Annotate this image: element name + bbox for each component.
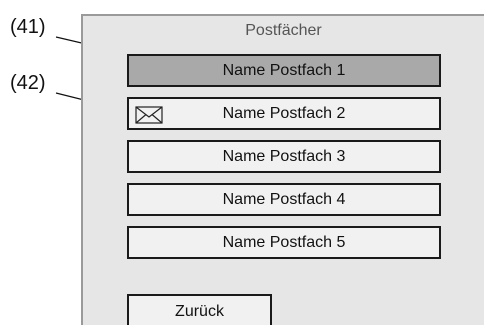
mailbox-button-3[interactable]: Name Postfach 3 — [127, 140, 441, 173]
mailbox-label: Name Postfach 3 — [222, 147, 346, 165]
back-button[interactable]: Zurück — [127, 294, 272, 325]
mailbox-button-4[interactable]: Name Postfach 4 — [127, 183, 441, 216]
screen-title: Postfächer — [245, 22, 322, 39]
mailbox-button-2[interactable]: Name Postfach 2 — [127, 97, 441, 130]
mailbox-list: Name Postfach 1 Name Postfach 2 Name Pos… — [127, 54, 441, 269]
envelope-icon — [135, 106, 163, 124]
mailbox-button-1[interactable]: Name Postfach 1 — [127, 54, 441, 87]
callout-42-label: (42) — [10, 72, 46, 94]
mailbox-button-5[interactable]: Name Postfach 5 — [127, 226, 441, 259]
mailbox-label: Name Postfach 2 — [222, 104, 346, 122]
mailbox-screen: Postfächer Name Postfach 1 Name Postfach… — [81, 14, 484, 325]
mailbox-label: Name Postfach 4 — [222, 190, 346, 208]
mailbox-label: Name Postfach 5 — [222, 233, 346, 251]
callout-41-label: (41) — [10, 16, 46, 38]
back-button-label: Zurück — [175, 302, 224, 320]
mailbox-label: Name Postfach 1 — [222, 61, 346, 79]
